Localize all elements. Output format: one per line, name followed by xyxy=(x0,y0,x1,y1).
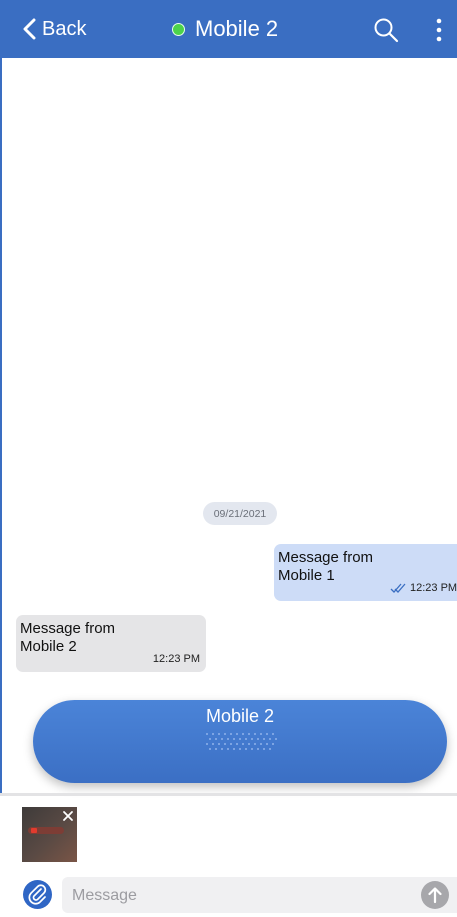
arrow-up-icon xyxy=(428,887,442,904)
send-button[interactable] xyxy=(421,881,449,909)
online-status-dot xyxy=(172,22,185,36)
paperclip-icon xyxy=(28,884,47,905)
date-separator: 09/21/2021 xyxy=(203,502,277,525)
attach-button[interactable] xyxy=(23,880,52,909)
message-text: Message from Mobile 2 xyxy=(20,620,116,655)
message-input[interactable] xyxy=(70,877,414,915)
attachment-thumbnail[interactable] xyxy=(22,807,77,862)
message-time: 12:23 PM xyxy=(152,653,200,665)
message-meta: 12:23 PM xyxy=(153,650,200,668)
thumbnail-preview-content xyxy=(28,827,64,834)
composer-divider xyxy=(0,793,457,796)
call-banner-label: Mobile 2 xyxy=(205,706,275,726)
message-input-container xyxy=(62,877,457,915)
message-meta: 12:23 PM xyxy=(390,579,457,597)
chat-screen: Back Mobile 2 09/21/2021 Message from Mo… xyxy=(0,0,457,917)
message-text: Message from Mobile 1 xyxy=(278,549,374,584)
call-activity-dots-icon xyxy=(206,733,277,750)
chevron-left-icon xyxy=(23,18,36,40)
page-title: Mobile 2 xyxy=(195,16,279,41)
outgoing-message-bubble[interactable]: Message from Mobile 1 12:23 PM xyxy=(274,544,457,601)
close-icon[interactable] xyxy=(59,807,77,825)
left-edge-rule xyxy=(0,58,2,793)
back-button[interactable]: Back xyxy=(22,0,86,58)
more-vertical-icon[interactable] xyxy=(432,17,446,43)
double-check-icon xyxy=(390,583,406,593)
search-icon[interactable] xyxy=(373,17,399,43)
active-call-banner[interactable]: Mobile 2 xyxy=(33,700,447,783)
message-time: 12:23 PM xyxy=(410,582,457,594)
back-label: Back xyxy=(42,17,87,40)
incoming-message-bubble[interactable]: Message from Mobile 2 12:23 PM xyxy=(16,615,206,672)
contact-title[interactable]: Mobile 2 xyxy=(172,0,278,58)
header-bar: Back Mobile 2 xyxy=(0,0,457,58)
